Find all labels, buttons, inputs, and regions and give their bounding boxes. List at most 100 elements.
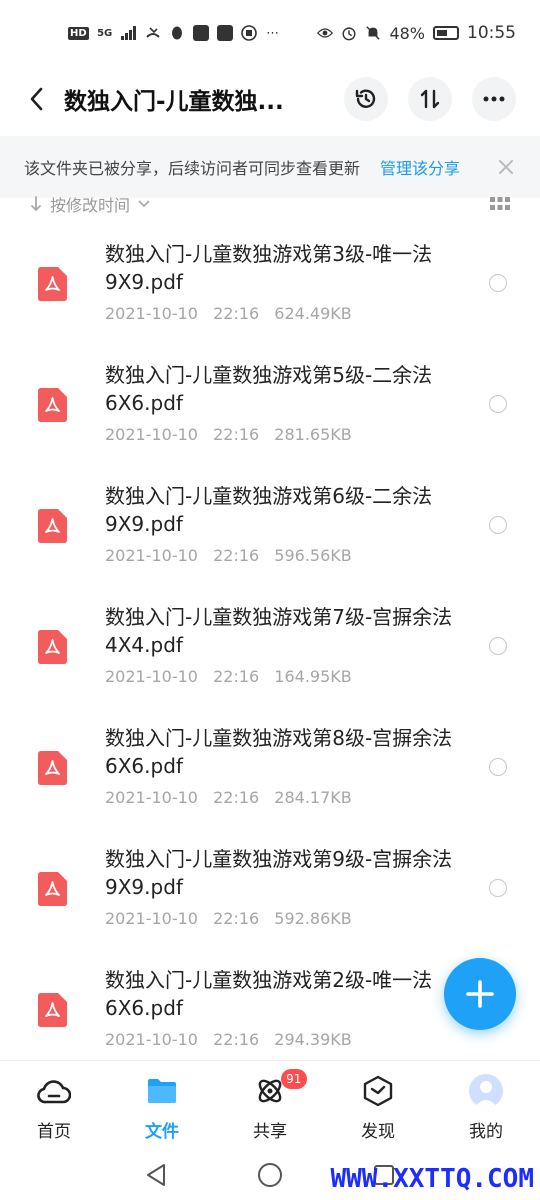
history-button[interactable] [344, 77, 388, 121]
file-date: 2021-10-10 [105, 304, 198, 323]
file-time: 22:16 [213, 1030, 260, 1049]
bulb-app-icon [216, 25, 233, 41]
share-banner-text: 该文件夹已被分享，后续访问者可同步查看更新 [24, 159, 361, 178]
mute-bell-icon [365, 25, 381, 41]
sort-button[interactable] [408, 77, 452, 121]
clock: 10:55 [467, 23, 516, 43]
select-radio[interactable] [489, 274, 507, 292]
file-row[interactable]: 数独入门-儿童数独游戏第7级-宫摒余法4X4.pdf 2021-10-10 22… [0, 585, 540, 706]
bottom-nav: 首页 文件 91 共享 发现 我的 [0, 1060, 540, 1150]
file-time: 22:16 [213, 546, 260, 565]
cube-discover-icon [360, 1073, 396, 1109]
status-bar: HD 5G ⋯ 48% 10:55 [0, 0, 540, 66]
file-name: 数独入门-儿童数独游戏第3级-唯一法9X9.pdf [105, 242, 433, 294]
banner-close-button[interactable] [496, 157, 516, 177]
select-radio[interactable] [489, 637, 507, 655]
file-meta: 2021-10-10 22:16 596.56KB [105, 546, 465, 565]
add-button[interactable] [444, 958, 516, 1030]
back-button[interactable] [22, 79, 50, 119]
file-meta: 2021-10-10 22:16 624.49KB [105, 304, 465, 323]
alarm-icon [341, 25, 357, 41]
file-meta: 2021-10-10 22:16 281.65KB [105, 425, 465, 444]
select-radio[interactable] [489, 395, 507, 413]
file-row[interactable]: 数独入门-儿童数独游戏第5级-二余法6X6.pdf 2021-10-10 22:… [0, 343, 540, 464]
file-meta: 2021-10-10 22:16 284.17KB [105, 788, 465, 807]
file-date: 2021-10-10 [105, 425, 198, 444]
file-time: 22:16 [213, 909, 260, 928]
nav-label: 文件 [145, 1122, 179, 1142]
file-text: 数独入门-儿童数独游戏第7级-宫摒余法4X4.pdf 2021-10-10 22… [105, 603, 465, 686]
signal-icon [120, 25, 137, 41]
pdf-file-icon [38, 872, 67, 906]
chevron-down-icon[interactable] [138, 200, 150, 208]
share-badge: 91 [280, 1069, 307, 1089]
file-name: 数独入门-儿童数独游戏第7级-宫摒余法4X4.pdf [105, 605, 453, 657]
file-size: 624.49KB [274, 304, 352, 323]
file-size: 596.56KB [274, 546, 352, 565]
file-text: 数独入门-儿童数独游戏第8级-宫摒余法6X6.pdf 2021-10-10 22… [105, 724, 465, 807]
manage-share-link[interactable]: 管理该分享 [380, 155, 460, 179]
select-radio[interactable] [489, 758, 507, 776]
hand-app-icon [240, 25, 257, 41]
header-actions [344, 77, 516, 121]
file-meta: 2021-10-10 22:16 164.95KB [105, 667, 465, 686]
hd-indicator: HD [68, 26, 89, 40]
file-date: 2021-10-10 [105, 788, 198, 807]
close-icon [499, 160, 513, 174]
select-radio[interactable] [489, 879, 507, 897]
grid-view-icon[interactable] [490, 197, 510, 211]
more-notifications-icon: ⋯ [266, 25, 280, 41]
file-size: 592.86KB [274, 909, 352, 928]
mail-app-icon [192, 25, 209, 41]
pdf-file-icon [38, 267, 67, 301]
file-name: 数独入门-儿童数独游戏第6级-二余法9X9.pdf [105, 484, 433, 536]
folder-icon [144, 1073, 180, 1109]
file-name: 数独入门-儿童数独游戏第8级-宫摒余法6X6.pdf [105, 726, 453, 778]
history-icon [355, 89, 376, 108]
page-title: 数独入门-儿童数独... [64, 89, 284, 115]
file-text: 数独入门-儿童数独游戏第2级-唯一法6X6.pdf 2021-10-10 22:… [105, 966, 465, 1049]
back-triangle-icon[interactable] [145, 1163, 167, 1187]
qq-icon [169, 25, 185, 41]
file-size: 284.17KB [274, 788, 352, 807]
pdf-file-icon [38, 630, 67, 664]
plus-icon [466, 980, 494, 1008]
sort-row: 按修改时间 [0, 190, 540, 218]
file-time: 22:16 [213, 788, 260, 807]
battery-icon [433, 26, 459, 40]
nav-discover[interactable]: 发现 [324, 1061, 432, 1150]
nav-label: 首页 [37, 1122, 71, 1142]
file-name: 数独入门-儿童数独游戏第5级-二余法6X6.pdf [105, 363, 433, 415]
file-text: 数独入门-儿童数独游戏第5级-二余法6X6.pdf 2021-10-10 22:… [105, 361, 465, 444]
status-left: HD 5G ⋯ [68, 25, 281, 41]
file-size: 281.65KB [274, 425, 352, 444]
file-text: 数独入门-儿童数独游戏第9级-宫摒余法9X9.pdf 2021-10-10 22… [105, 845, 465, 928]
file-row[interactable]: 数独入门-儿童数独游戏第9级-宫摒余法9X9.pdf 2021-10-10 22… [0, 827, 540, 948]
select-radio[interactable] [489, 516, 507, 534]
file-time: 22:16 [213, 667, 260, 686]
avatar-icon [469, 1074, 503, 1108]
nav-home[interactable]: 首页 [0, 1061, 108, 1150]
file-date: 2021-10-10 [105, 546, 198, 565]
pdf-file-icon [38, 509, 67, 543]
file-list: 数独入门-儿童数独游戏第3级-唯一法9X9.pdf 2021-10-10 22:… [0, 222, 540, 1069]
sort-arrows-icon [420, 89, 440, 109]
top-bar: 数独入门-儿童数独... [0, 66, 540, 132]
more-dots-icon [483, 96, 505, 102]
file-row[interactable]: 数独入门-儿童数独游戏第3级-唯一法9X9.pdf 2021-10-10 22:… [0, 222, 540, 343]
file-date: 2021-10-10 [105, 909, 198, 928]
file-meta: 2021-10-10 22:16 294.39KB [105, 1030, 465, 1049]
cloud-home-icon [36, 1073, 72, 1109]
file-text: 数独入门-儿童数独游戏第6级-二余法9X9.pdf 2021-10-10 22:… [105, 482, 465, 565]
file-date: 2021-10-10 [105, 667, 198, 686]
more-button[interactable] [472, 77, 516, 121]
file-row[interactable]: 数独入门-儿童数独游戏第8级-宫摒余法6X6.pdf 2021-10-10 22… [0, 706, 540, 827]
home-circle-icon[interactable] [257, 1162, 283, 1188]
sort-selector[interactable]: 按修改时间 [50, 192, 130, 216]
nav-share[interactable]: 91 共享 [216, 1061, 324, 1150]
nav-files[interactable]: 文件 [108, 1061, 216, 1150]
nav-label: 我的 [469, 1122, 503, 1142]
nav-mine[interactable]: 我的 [432, 1061, 540, 1150]
nav-label: 发现 [361, 1122, 395, 1142]
file-row[interactable]: 数独入门-儿童数独游戏第6级-二余法9X9.pdf 2021-10-10 22:… [0, 464, 540, 585]
